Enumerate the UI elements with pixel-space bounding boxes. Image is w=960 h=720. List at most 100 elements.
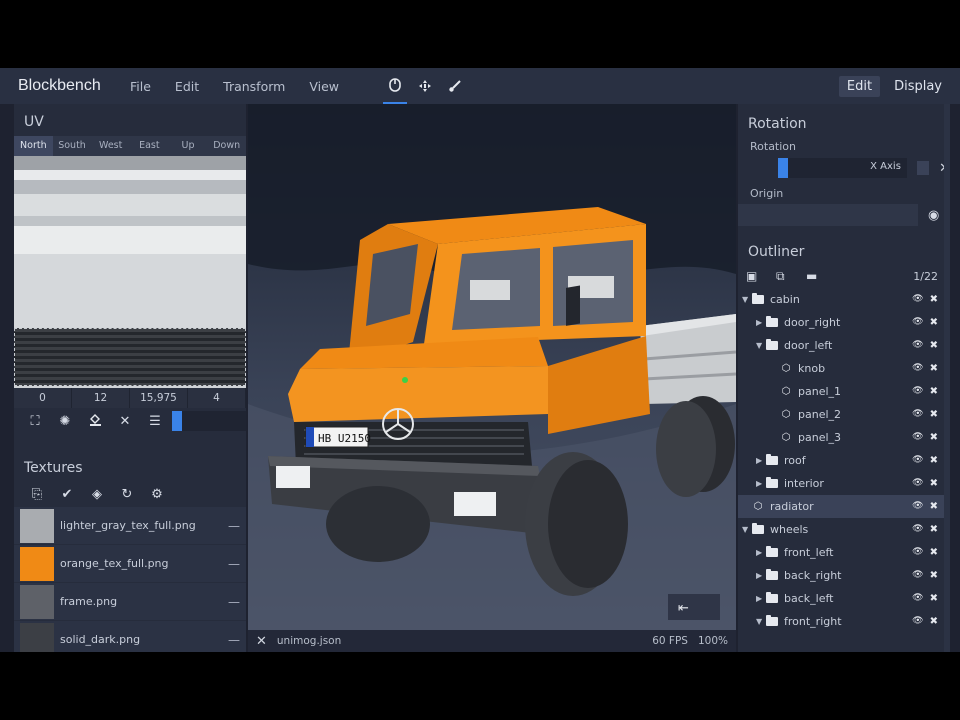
export-icon[interactable]: ✖ xyxy=(930,455,938,466)
eye-icon[interactable]: 👁 xyxy=(912,593,923,604)
rotation-slider[interactable]: X Axis xyxy=(778,158,907,178)
texture-menu-icon[interactable]: — xyxy=(222,557,246,571)
mouse-icon[interactable] xyxy=(383,68,407,104)
truck-model[interactable]: HB U2150 ⇤ xyxy=(248,104,736,630)
chevron-right-icon[interactable]: ▶ xyxy=(756,571,766,580)
outliner-row-radiator[interactable]: ⬡ radiator 👁 ✖ xyxy=(738,495,950,518)
close-icon[interactable]: ✕ xyxy=(256,634,267,649)
menu-icon[interactable]: ☰ xyxy=(140,414,170,429)
outliner-row-panel-3[interactable]: ⬡ panel_3 👁 ✖ xyxy=(738,426,950,449)
menu-transform[interactable]: Transform xyxy=(223,79,285,94)
add-cube-icon[interactable]: ⧉ xyxy=(776,269,806,284)
settings-icon[interactable]: ⚙ xyxy=(142,487,172,502)
outliner-row-door-right[interactable]: ▶ door_right 👁 ✖ xyxy=(738,311,950,334)
outliner-row-back-right[interactable]: ▶ back_right 👁 ✖ xyxy=(738,564,950,587)
outliner-row-knob[interactable]: ⬡ knob 👁 ✖ xyxy=(738,357,950,380)
texture-item[interactable]: lighter_gray_tex_full.png — xyxy=(14,507,246,544)
export-icon[interactable]: ✖ xyxy=(930,616,938,627)
menu-view[interactable]: View xyxy=(309,79,339,94)
move-icon[interactable] xyxy=(413,68,437,104)
chevron-right-icon[interactable]: ▶ xyxy=(756,479,766,488)
export-icon[interactable]: ✖ xyxy=(930,432,938,443)
mode-tab-display[interactable]: Display xyxy=(886,76,950,97)
texture-item[interactable]: solid_dark.png — xyxy=(14,621,246,652)
export-icon[interactable]: ✖ xyxy=(930,363,938,374)
uv-tab-down[interactable]: Down xyxy=(207,136,246,156)
chevron-down-icon[interactable]: ▼ xyxy=(742,295,752,304)
eye-icon[interactable]: 👁 xyxy=(912,616,923,627)
export-icon[interactable]: ✖ xyxy=(930,386,938,397)
export-icon[interactable]: ✖ xyxy=(930,478,938,489)
uv-value-width[interactable]: 15,975 xyxy=(130,388,188,408)
outliner-row-front-right[interactable]: ▼ front_right 👁 ✖ xyxy=(738,610,950,633)
eye-icon[interactable]: 👁 xyxy=(912,524,923,535)
texture-item[interactable]: orange_tex_full.png — xyxy=(14,545,246,582)
outliner-row-cabin[interactable]: ▼ cabin 👁 ✖ xyxy=(738,288,950,311)
rescale-checkbox[interactable] xyxy=(916,161,930,175)
uv-value-height[interactable]: 4 xyxy=(188,388,246,408)
chevron-right-icon[interactable]: ▶ xyxy=(756,456,766,465)
eye-icon[interactable]: 👁 xyxy=(912,409,923,420)
eye-icon[interactable]: 👁 xyxy=(912,432,923,443)
uv-tab-west[interactable]: West xyxy=(91,136,130,156)
eye-icon[interactable]: 👁 xyxy=(912,478,923,489)
uv-value-y[interactable]: 12 xyxy=(72,388,130,408)
maximize-icon[interactable]: ⛶ xyxy=(20,414,50,429)
chevron-down-icon[interactable]: ▼ xyxy=(756,617,766,626)
uv-tab-south[interactable]: South xyxy=(53,136,92,156)
chevron-right-icon[interactable]: ▶ xyxy=(756,548,766,557)
menu-edit[interactable]: Edit xyxy=(175,79,199,94)
outliner-row-interior[interactable]: ▶ interior 👁 ✖ xyxy=(738,472,950,495)
eye-icon[interactable]: 👁 xyxy=(912,363,923,374)
refresh-icon[interactable]: ↻ xyxy=(112,487,142,502)
texture-menu-icon[interactable]: — xyxy=(222,519,246,533)
origin-input[interactable] xyxy=(738,204,918,226)
target-icon[interactable]: ◉ xyxy=(928,208,939,223)
menu-file[interactable]: File xyxy=(130,79,151,94)
gear-icon[interactable]: ✺ xyxy=(50,414,80,429)
outliner-scrollbar[interactable] xyxy=(944,104,950,652)
brush-icon[interactable] xyxy=(443,68,467,104)
outliner-row-panel-2[interactable]: ⬡ panel_2 👁 ✖ xyxy=(738,403,950,426)
export-icon[interactable]: ✖ xyxy=(930,340,938,351)
eye-icon[interactable]: 👁 xyxy=(912,340,923,351)
export-icon[interactable]: ✖ xyxy=(930,501,938,512)
collapse-icon[interactable]: ▬ xyxy=(806,269,836,283)
texture-menu-icon[interactable]: — xyxy=(222,595,246,609)
uv-tab-north[interactable]: North xyxy=(14,136,53,156)
fill-icon[interactable] xyxy=(80,413,110,430)
export-icon[interactable]: ✖ xyxy=(930,570,938,581)
uv-slider-handle[interactable] xyxy=(172,411,182,431)
outliner-row-front-left[interactable]: ▶ front_left 👁 ✖ xyxy=(738,541,950,564)
texture-menu-icon[interactable]: — xyxy=(222,633,246,647)
eye-icon[interactable]: 👁 xyxy=(912,501,923,512)
outliner-row-panel-1[interactable]: ⬡ panel_1 👁 ✖ xyxy=(738,380,950,403)
uv-selection[interactable] xyxy=(14,328,246,386)
rotation-axis[interactable]: X Axis xyxy=(870,161,901,172)
eye-icon[interactable]: 👁 xyxy=(912,455,923,466)
outliner-row-wheels[interactable]: ▼ wheels 👁 ✖ xyxy=(738,518,950,541)
texture-item[interactable]: frame.png — xyxy=(14,583,246,620)
uv-editor-canvas[interactable] xyxy=(14,156,246,388)
eye-icon[interactable]: 👁 xyxy=(912,570,923,581)
rotation-slider-handle[interactable] xyxy=(778,158,788,178)
outliner-row-back-left[interactable]: ▶ back_left 👁 ✖ xyxy=(738,587,950,610)
chevron-right-icon[interactable]: ▶ xyxy=(756,318,766,327)
export-icon[interactable]: ✖ xyxy=(930,317,938,328)
export-icon[interactable]: ✖ xyxy=(930,409,938,420)
chevron-down-icon[interactable]: ▼ xyxy=(742,525,752,534)
3d-viewport[interactable]: HB U2150 ⇤ ✕ unimog.json 60 FPS 100% xyxy=(248,104,736,652)
mode-tab-edit[interactable]: Edit xyxy=(838,76,881,97)
eye-icon[interactable]: 👁 xyxy=(912,547,923,558)
outliner-row-door-left[interactable]: ▼ door_left 👁 ✖ xyxy=(738,334,950,357)
chevron-right-icon[interactable]: ▶ xyxy=(756,594,766,603)
uv-slider-track[interactable] xyxy=(182,411,246,431)
uv-tab-up[interactable]: Up xyxy=(169,136,208,156)
eye-icon[interactable]: 👁 xyxy=(912,386,923,397)
add-group-icon[interactable]: ▣ xyxy=(746,269,776,283)
export-icon[interactable]: ✖ xyxy=(930,593,938,604)
export-icon[interactable]: ✖ xyxy=(930,294,938,305)
import-icon[interactable]: ⎘ xyxy=(22,487,52,502)
eye-icon[interactable]: 👁 xyxy=(912,317,923,328)
close-icon[interactable]: ✕ xyxy=(110,414,140,429)
